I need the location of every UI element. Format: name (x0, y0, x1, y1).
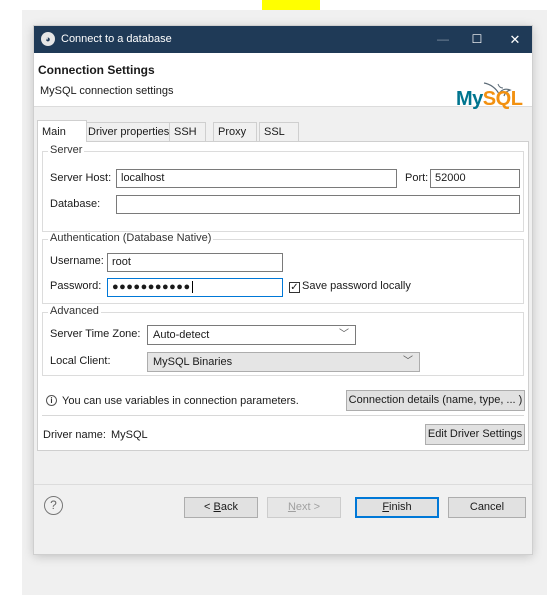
page-title: Connection Settings (38, 63, 155, 77)
connection-details-button[interactable]: Connection details (name, type, ... ) (346, 390, 525, 411)
database-label: Database: (50, 198, 101, 210)
main-tab-panel: Server Server Host: localhost Port: 5200… (37, 141, 529, 451)
driver-name-value: MySQL (111, 429, 148, 441)
dbeaver-app-icon: ◕ (41, 32, 55, 46)
tab-main[interactable]: Main (37, 120, 87, 142)
edit-driver-settings-button[interactable]: Edit Driver Settings (425, 424, 525, 445)
server-group: Server Server Host: localhost Port: 5200… (42, 144, 524, 232)
chevron-down-icon: ﹀ (339, 329, 349, 340)
separator (42, 415, 524, 416)
cancel-button[interactable]: Cancel (448, 497, 526, 518)
save-password-checkbox[interactable]: ✓ (289, 282, 300, 293)
minimize-button[interactable]: — (428, 26, 458, 53)
timezone-value: Auto-detect (153, 329, 210, 341)
driver-name-label: Driver name: (43, 429, 106, 441)
title-bar: ◕ Connect to a database — ☐ ✕ (34, 26, 532, 53)
local-client-value: MySQL Binaries (153, 356, 233, 368)
tab-driver-properties[interactable]: Driver properties (83, 122, 171, 142)
footer-separator (34, 484, 532, 485)
authentication-group: Authentication (Database Native) Usernam… (42, 232, 524, 304)
tab-proxy[interactable]: Proxy (213, 122, 257, 142)
port-label: Port: (405, 172, 429, 184)
timezone-label: Server Time Zone: (50, 328, 141, 340)
server-group-label: Server (48, 144, 85, 156)
page-subtitle: MySQL connection settings (40, 85, 174, 97)
username-input[interactable]: root (107, 253, 283, 272)
variables-info-text: You can use variables in connection para… (62, 395, 299, 407)
advanced-group: Advanced Server Time Zone: Auto-detect ﹀… (42, 305, 524, 376)
window-title: Connect to a database (61, 33, 172, 45)
next-button[interactable]: Next > (267, 497, 341, 518)
help-icon[interactable]: ? (44, 496, 63, 515)
username-label: Username: (50, 255, 104, 267)
password-input[interactable]: ●●●●●●●●●●● (107, 278, 283, 297)
port-input[interactable]: 52000 (430, 169, 520, 188)
password-label: Password: (50, 280, 102, 292)
mysql-logo: MySQL (456, 88, 523, 110)
local-client-label: Local Client: (50, 355, 111, 367)
timezone-select[interactable]: Auto-detect ﹀ (147, 325, 356, 345)
tab-ssh[interactable]: SSH (169, 122, 206, 142)
chevron-down-icon: ﹀ (403, 356, 413, 367)
database-input[interactable] (116, 195, 520, 214)
local-client-select[interactable]: MySQL Binaries ﹀ (147, 352, 420, 372)
maximize-button[interactable]: ☐ (462, 26, 492, 53)
back-button[interactable]: < Back (184, 497, 258, 518)
tab-ssl[interactable]: SSL (259, 122, 299, 142)
close-button[interactable]: ✕ (500, 26, 530, 53)
server-host-label: Server Host: (50, 172, 112, 184)
authentication-group-label: Authentication (Database Native) (48, 232, 214, 244)
dialog-header: Connection Settings MySQL connection set… (34, 53, 532, 110)
highlight-marker (262, 0, 320, 10)
connect-dialog: ◕ Connect to a database — ☐ ✕ Connection… (34, 26, 532, 554)
server-host-input[interactable]: localhost (116, 169, 397, 188)
save-password-label: Save password locally (302, 280, 411, 292)
advanced-group-label: Advanced (48, 305, 101, 317)
info-icon: i (46, 395, 57, 406)
finish-button[interactable]: Finish (355, 497, 439, 518)
